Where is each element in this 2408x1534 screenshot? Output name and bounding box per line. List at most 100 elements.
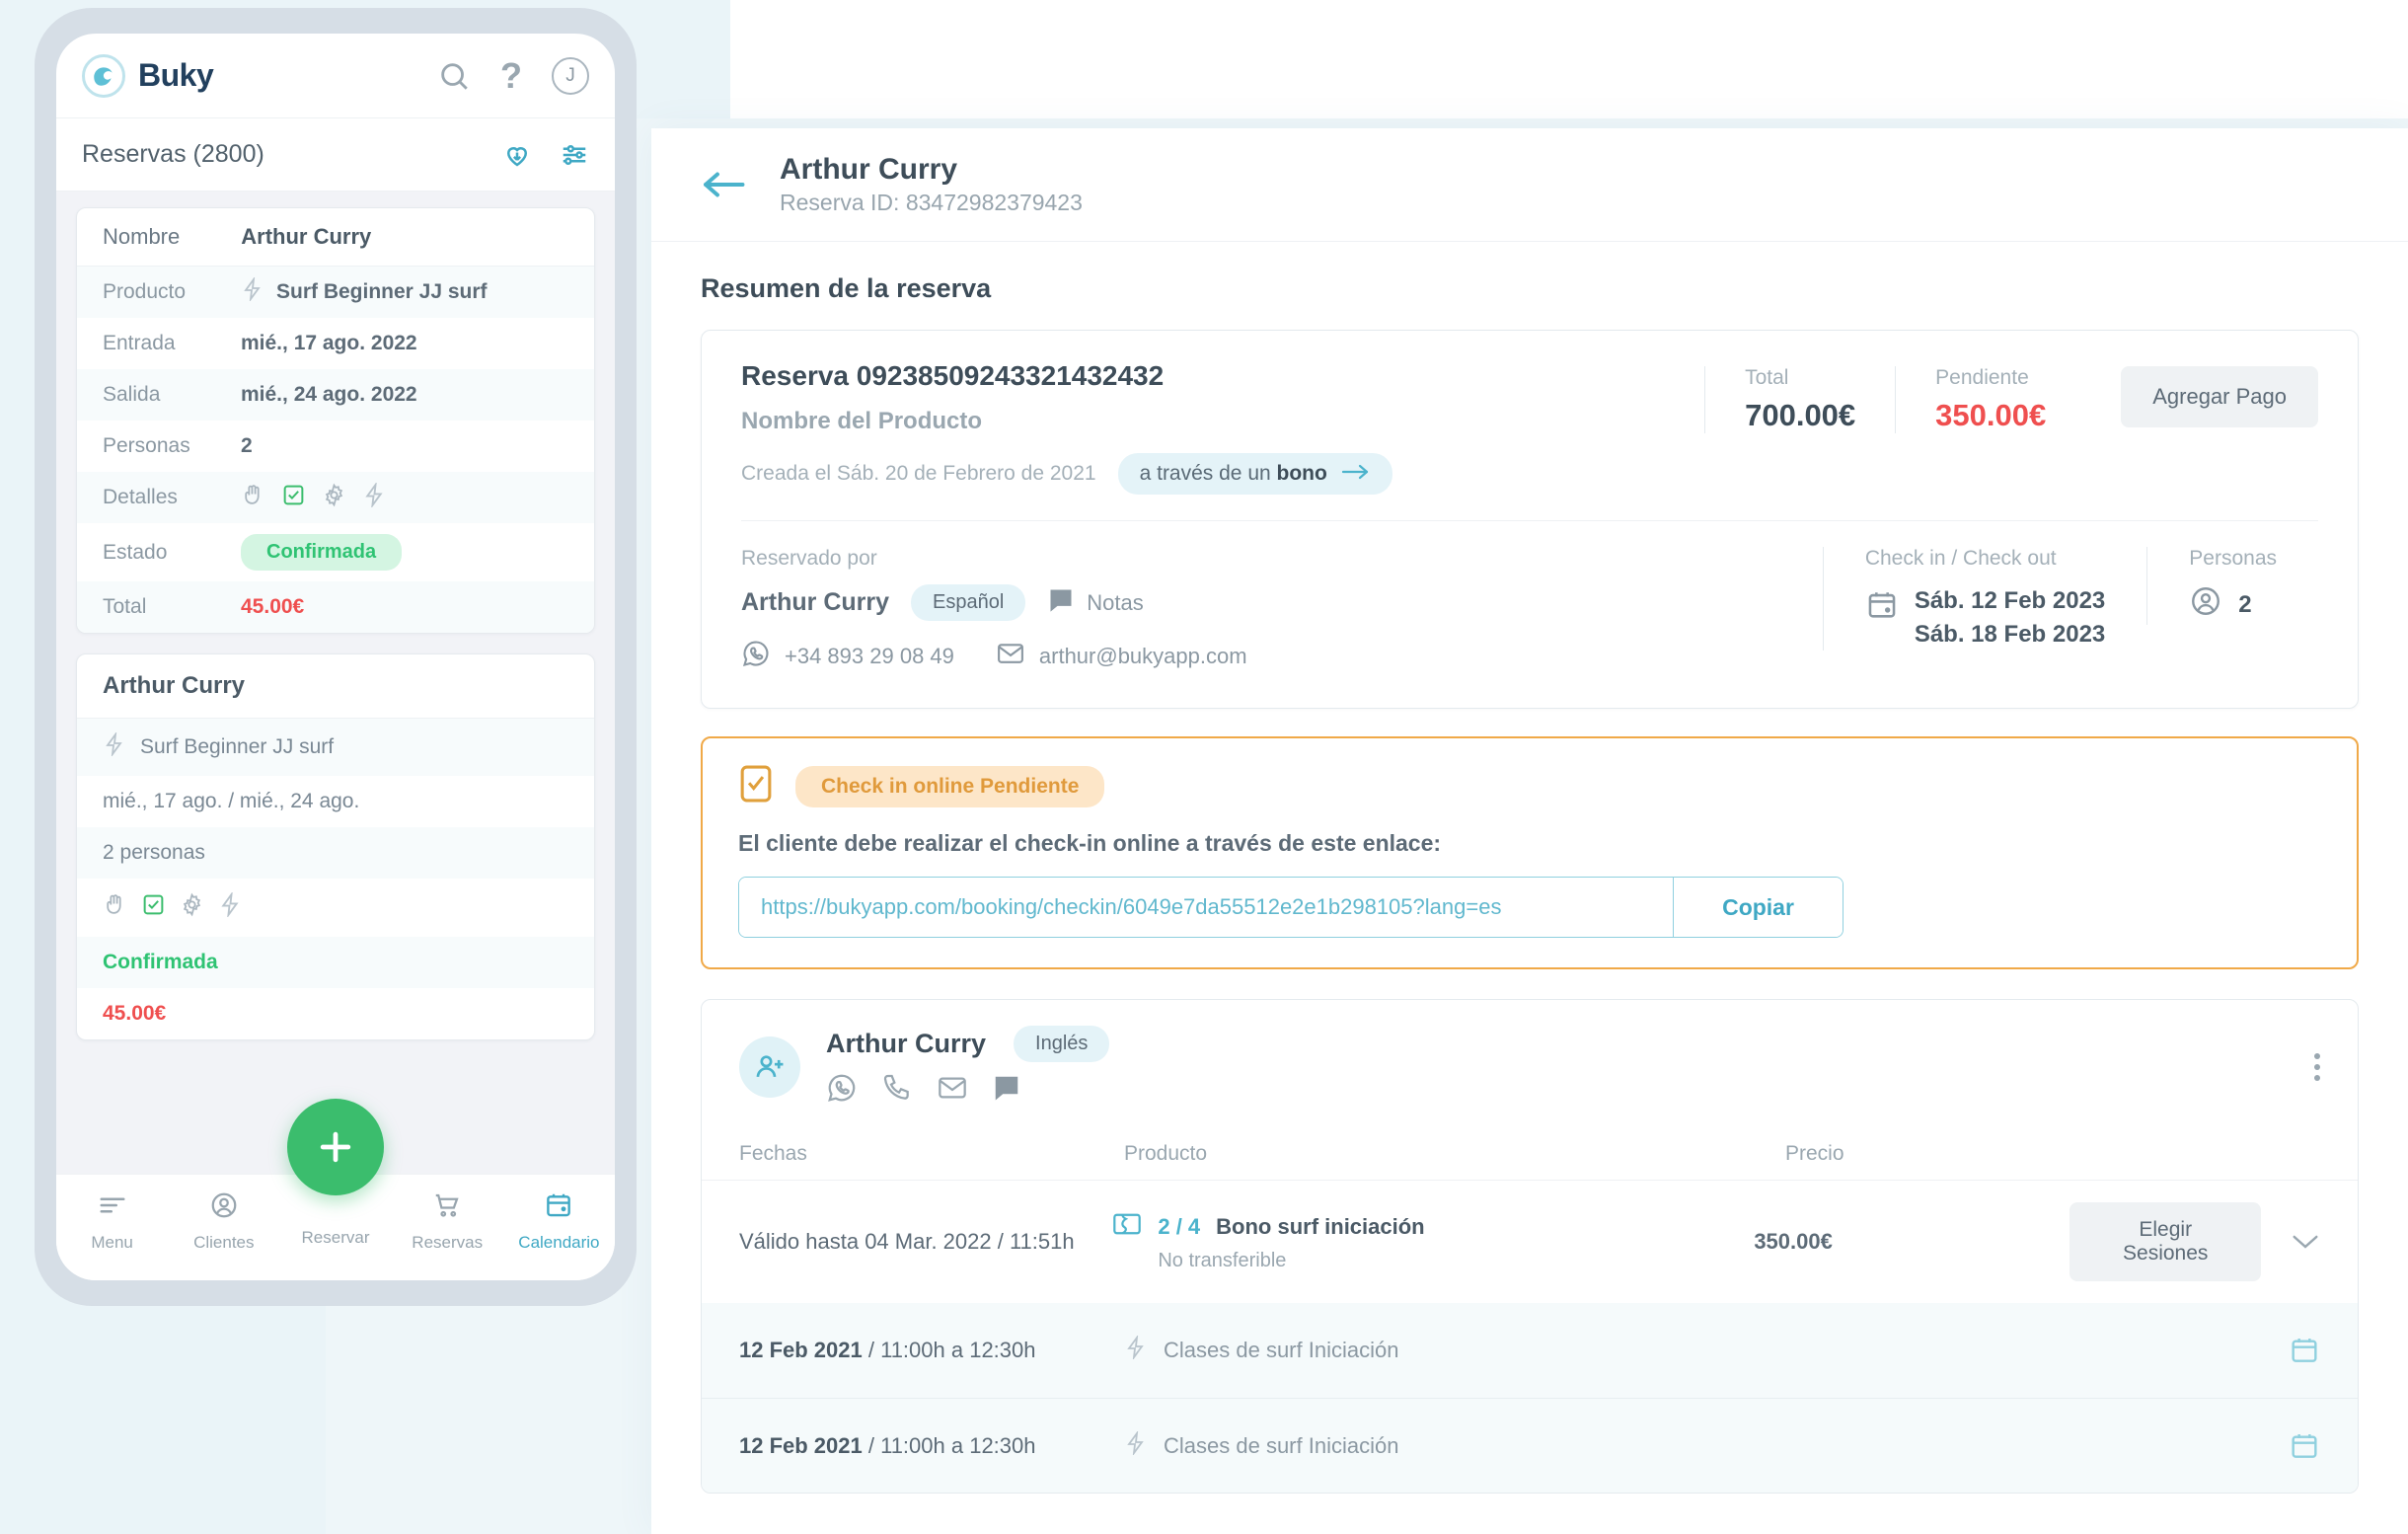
search-icon[interactable] <box>437 59 471 93</box>
channel-prefix: a través de un <box>1139 462 1277 485</box>
bono-note: No transferible <box>1158 1250 1287 1271</box>
buky-wave-icon <box>82 53 125 98</box>
name-label: Nombre <box>103 224 181 249</box>
row-value: Surf Beginner JJ surf <box>241 275 488 307</box>
calendar-icon[interactable] <box>2289 1335 2320 1366</box>
detail-header: Arthur Curry Reserva ID: 83472982379423 <box>651 128 2408 242</box>
chat-icon[interactable] <box>992 1074 1021 1107</box>
hand-icon[interactable] <box>103 892 127 923</box>
card2-total: 45.00€ <box>103 1002 167 1025</box>
nav-item-reservar[interactable]: Reservar <box>279 1190 391 1248</box>
session-product-name: Clases de surf Iniciación <box>1164 1432 1399 1458</box>
people-box: Personas 2 <box>2146 547 2318 625</box>
phone-contact[interactable]: +34 893 29 08 49 <box>741 639 954 674</box>
total-label: Total <box>1745 366 1789 389</box>
bolt-icon <box>1124 1429 1148 1461</box>
filter-icon[interactable] <box>560 140 589 170</box>
notes-action[interactable]: Notas <box>1047 587 1144 619</box>
mail-icon[interactable] <box>937 1072 968 1109</box>
choose-sessions-button[interactable]: Elegir Sesiones <box>2069 1202 2262 1281</box>
nav-item-calendario[interactable]: Calendario <box>503 1190 615 1253</box>
nav-label: Reservas <box>412 1233 484 1252</box>
bolt-icon[interactable] <box>362 481 387 512</box>
gear-icon[interactable] <box>180 892 204 923</box>
nav-label: Reservar <box>301 1228 370 1247</box>
calendar-icon <box>544 1190 573 1225</box>
card2-dates: mié., 17 ago. / mié., 24 ago. <box>103 790 360 812</box>
col-header-price: Precio <box>1785 1142 1844 1165</box>
user-avatar[interactable]: J <box>552 56 589 95</box>
reservation-number: Reserva 09238509243321432432 <box>741 360 1165 391</box>
nav-item-reservas[interactable]: Reservas <box>392 1190 503 1253</box>
session-product-name: Clases de surf Iniciación <box>1164 1338 1399 1362</box>
table-row-details: Detalles <box>77 472 594 523</box>
booked-by-line: Arthur Curry Español Notas <box>741 584 1247 621</box>
row-label: Salida <box>103 383 161 406</box>
row-label: Total <box>103 595 147 618</box>
email-contact[interactable]: arthur@bukyapp.com <box>996 639 1247 674</box>
checkbox-icon[interactable] <box>738 764 774 808</box>
summary-panel: Reserva 09238509243321432432 Nombre del … <box>701 330 2359 709</box>
more-options-icon[interactable] <box>2314 1053 2320 1081</box>
save-heart-icon[interactable] <box>502 140 532 170</box>
table-row: Salida mié., 24 ago. 2022 <box>77 369 594 421</box>
booked-by-name: Arthur Curry <box>741 588 890 616</box>
brand-logo[interactable]: Buky <box>82 53 214 98</box>
table-row-total: Total 45.00€ <box>77 581 594 633</box>
add-payment-button[interactable]: Agregar Pago <box>2121 366 2318 427</box>
participant-table-header: Fechas Producto Precio <box>702 1132 2358 1181</box>
copy-button[interactable]: Copiar <box>1673 878 1843 937</box>
mail-icon <box>996 639 1025 674</box>
arrow-right-icon <box>1341 462 1371 486</box>
created-date: Creada el Sáb. 20 de Febrero de 2021 <box>741 462 1096 485</box>
back-arrow-icon[interactable] <box>701 170 746 199</box>
whatsapp-icon[interactable] <box>826 1072 858 1109</box>
checkinout-date-text: Sáb. 12 Feb 2023 Sáb. 18 Feb 2023 <box>1915 584 2105 651</box>
chevron-down-icon[interactable] <box>2291 1232 2320 1252</box>
pending-label: Pendiente <box>1935 366 2029 389</box>
table-row: Personas 2 <box>77 421 594 472</box>
booked-by-group: Reservado por Arthur Curry Español Notas <box>741 547 1247 674</box>
calendar-icon <box>1865 588 1899 627</box>
phone-number: +34 893 29 08 49 <box>785 644 954 668</box>
phone-list-actions <box>502 140 589 170</box>
summary-top: Reserva 09238509243321432432 Nombre del … <box>702 331 2358 520</box>
checkbox-icon[interactable] <box>141 892 166 923</box>
checkin-link-group: Copiar <box>738 877 1844 938</box>
summary-meta: Creada el Sáb. 20 de Febrero de 2021 a t… <box>741 453 1392 495</box>
bono-product-cell: 2 / 4 Bono surf iniciación No transferib… <box>1112 1211 1754 1272</box>
bono-fraction: 2 / 4 <box>1158 1213 1201 1239</box>
checkin-instruction: El cliente debe realizar el check-in onl… <box>738 830 1442 856</box>
session-product: Clases de surf Iniciación <box>1124 1429 1785 1461</box>
bolt-icon[interactable] <box>218 890 243 923</box>
add-reservation-fab[interactable] <box>287 1099 384 1195</box>
help-icon[interactable]: ? <box>500 55 522 97</box>
nav-item-clientes[interactable]: Clientes <box>168 1190 279 1253</box>
calendar-icon[interactable] <box>2289 1430 2320 1462</box>
checkbox-icon[interactable] <box>281 483 306 512</box>
card2-icons <box>77 879 594 937</box>
summary-bottom: Reservado por Arthur Curry Español Notas <box>702 521 2358 708</box>
phone-icon[interactable] <box>881 1072 913 1109</box>
checkin-link-input[interactable] <box>739 878 1673 937</box>
checkin-date: Sáb. 12 Feb 2023 <box>1914 587 2106 614</box>
add-person-icon[interactable] <box>739 1036 800 1098</box>
user-icon <box>209 1190 239 1225</box>
row-value: 2 <box>241 434 253 457</box>
brand-name: Buky <box>138 57 214 93</box>
gear-icon[interactable] <box>322 483 346 512</box>
cart-icon <box>432 1190 462 1225</box>
bolt-icon <box>103 730 126 762</box>
detail-heading-group: Arthur Curry Reserva ID: 83472982379423 <box>780 151 1083 217</box>
phone-list-header: Reservas (2800) <box>56 118 615 192</box>
row-text: Surf Beginner JJ surf <box>276 280 488 303</box>
nav-item-menu[interactable]: Menu <box>56 1190 168 1253</box>
channel-chip[interactable]: a través de un bono <box>1117 453 1392 495</box>
session-time: / 11:00h a 12:30h <box>862 1432 1036 1458</box>
reservation-summary-card[interactable]: Arthur Curry Surf Beginner JJ surf mié.,… <box>76 653 595 1040</box>
hand-icon[interactable] <box>241 483 265 512</box>
card2-title: Arthur Curry <box>77 654 594 719</box>
menu-icon <box>98 1190 127 1225</box>
table-row-session: 12 Feb 2021 / 11:00h a 12:30h Clases de … <box>702 1398 2358 1493</box>
session-date-day: 12 Feb 2021 <box>739 1338 863 1362</box>
